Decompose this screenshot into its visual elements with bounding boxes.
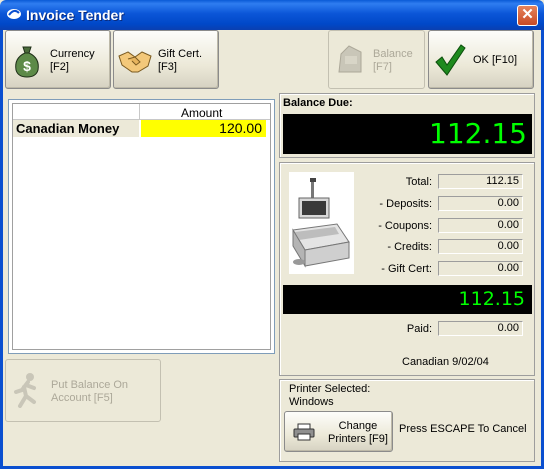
credits-label: - Credits: [387, 241, 432, 253]
balance-button-label: Balance [F7] [373, 48, 413, 73]
tender-grid-inner: Amount Canadian Money 120.00 [12, 103, 271, 350]
total-value: 112.15 [438, 174, 523, 189]
close-button[interactable]: ✕ [517, 5, 538, 26]
put-balance-on-account-button[interactable]: Put Balance On Account [F5] [5, 359, 161, 422]
escape-hint: Press ESCAPE To Cancel [399, 423, 527, 435]
deposits-value: 0.00 [438, 196, 523, 211]
currency-date-label: Canadian 9/02/04 [402, 356, 489, 368]
window-frame-left [0, 30, 3, 469]
change-printers-label: Change Printers [F9] [328, 420, 388, 445]
checkmark-icon [435, 44, 466, 76]
money-bag-icon: $ [15, 46, 39, 78]
gift-cert-label: - Gift Cert: [381, 263, 432, 275]
ok-button[interactable]: OK [F10] [428, 30, 534, 89]
gift-cert-value: 0.00 [438, 261, 523, 276]
printer-selected-value: Windows [289, 396, 334, 408]
tender-grid: Amount Canadian Money 120.00 [8, 99, 275, 354]
credits-value: 0.00 [438, 239, 523, 254]
coupons-label: - Coupons: [378, 220, 432, 232]
title-bar: Invoice Tender ✕ [0, 0, 544, 30]
column-separator [139, 104, 140, 120]
tender-row-amount[interactable]: 120.00 [141, 120, 266, 137]
tender-row-name[interactable]: Canadian Money [13, 120, 139, 137]
total-label: Total: [405, 176, 432, 188]
gift-cert-button[interactable]: Gift Cert. [F3] [113, 30, 219, 89]
printer-icon [293, 423, 315, 441]
currency-button-label: Currency [F2] [50, 48, 95, 73]
paid-value: 0.00 [438, 321, 523, 336]
handshake-icon [118, 51, 152, 73]
grid-header: Amount [13, 104, 270, 120]
app-icon [7, 9, 21, 19]
change-printers-button[interactable]: Change Printers [F9] [284, 411, 393, 452]
amount-column-header: Amount [181, 106, 223, 120]
balance-due-label: Balance Due: [283, 97, 353, 109]
balance-button[interactable]: Balance [F7] [328, 30, 425, 89]
svg-text:$: $ [23, 58, 31, 74]
paid-label: Paid: [406, 323, 432, 335]
coupons-value: 0.00 [438, 218, 523, 233]
ok-button-label: OK [F10] [473, 54, 518, 66]
window-title: Invoice Tender [26, 7, 124, 23]
balance-icon [338, 45, 362, 73]
running-figure-icon [14, 373, 36, 408]
gift-cert-button-label: Gift Cert. [F3] [158, 48, 203, 73]
printer-selected-label: Printer Selected: [289, 383, 371, 395]
balance-due-display: 112.15 [283, 114, 532, 154]
deposits-label: - Deposits: [379, 198, 432, 210]
currency-button[interactable]: $ Currency [F2] [5, 30, 111, 89]
put-balance-label: Put Balance On Account [F5] [51, 379, 129, 404]
net-total-display: 112.15 [283, 285, 532, 314]
